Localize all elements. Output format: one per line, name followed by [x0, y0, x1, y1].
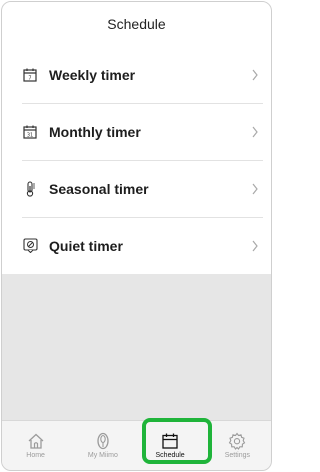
svg-text:7: 7 [28, 75, 31, 81]
tab-label: Home [26, 452, 45, 459]
quiet-icon [22, 238, 38, 254]
menu-item-label: Monthly timer [49, 123, 141, 140]
tab-settings[interactable]: Settings [206, 432, 268, 459]
tab-label: My Miimo [87, 452, 118, 459]
menu-item-label: Quiet timer [49, 237, 123, 254]
calendar-31-icon: 31 [22, 124, 38, 140]
menu-item-label: Weekly timer [49, 66, 136, 83]
menu-item-monthly-timer[interactable]: 31 Monthly timer [2, 103, 271, 160]
tab-label: Settings [224, 452, 251, 459]
bottom-tab-bar: Home My Miimo Schedule Settings [2, 420, 271, 470]
menu-item-quiet-timer[interactable]: Quiet timer [2, 217, 271, 274]
tab-home[interactable]: Home [5, 432, 67, 459]
chevron-right-icon [252, 183, 258, 194]
chevron-right-icon [252, 240, 258, 251]
menu-item-label: Seasonal timer [49, 180, 149, 197]
tab-my-miimo[interactable]: My Miimo [72, 432, 134, 459]
page-title: Schedule [107, 16, 166, 32]
gear-icon [229, 432, 246, 450]
menu-item-weekly-timer[interactable]: 7 Weekly timer [2, 46, 271, 103]
thermometer-icon [22, 180, 38, 197]
home-icon [28, 433, 44, 449]
chevron-right-icon [252, 126, 258, 137]
schedule-tab-highlight [142, 418, 212, 464]
phone-screen: Schedule 7 Weekly timer 31 Monthly timer… [1, 1, 272, 471]
svg-text:31: 31 [27, 132, 33, 138]
page-header: Schedule [2, 2, 271, 46]
mower-icon [97, 432, 109, 450]
chevron-right-icon [252, 69, 258, 80]
menu-item-seasonal-timer[interactable]: Seasonal timer [2, 160, 271, 217]
calendar-7-icon: 7 [22, 67, 38, 83]
schedule-menu: 7 Weekly timer 31 Monthly timer Seasonal… [2, 46, 271, 274]
